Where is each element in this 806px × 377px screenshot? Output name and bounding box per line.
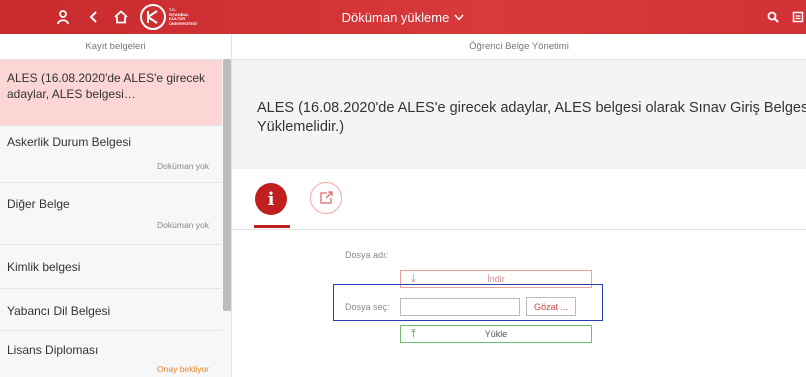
choose-file-label: Dosya seç: [345, 302, 390, 312]
document-list-panel: Kayıt belgeleri ALES (16.08.2020'de ALES… [0, 34, 232, 377]
info-icon: i [267, 188, 275, 210]
document-header: ALES (16.08.2020'de ALES'e girecek adayl… [232, 60, 806, 169]
status-label: Onay bekliyor [157, 364, 209, 374]
upload-button[interactable]: ⤒ Yükle [400, 325, 592, 343]
icon-tab-bar: i [232, 169, 806, 230]
list-item-label: Lisans Diploması [7, 343, 99, 357]
list-item-kimlik[interactable]: Kimlik belgesi [0, 245, 222, 289]
tab-upload[interactable] [310, 182, 342, 214]
chevron-down-icon [454, 14, 464, 21]
list-scrollbar[interactable] [223, 59, 231, 311]
download-button-label: İndir [487, 274, 505, 284]
list-item-lisans[interactable]: Lisans Diploması Onay bekliyor [0, 331, 222, 377]
search-icon[interactable] [764, 0, 782, 34]
status-label: Doküman yok [157, 161, 209, 171]
list-item-label: Askerlik Durum Belgesi [7, 135, 132, 149]
list-item-yabanci-dil[interactable]: Yabancı Dil Belgesi [0, 289, 222, 331]
app-title: Döküman yükleme [341, 9, 450, 25]
list-item-label: Diğer Belge [7, 197, 70, 211]
file-name-label: Dosya adı: [345, 250, 389, 260]
menu-icon[interactable] [790, 0, 806, 34]
document-title: ALES (16.08.2020'de ALES'e girecek adayl… [257, 100, 806, 135]
list-item-askerlik[interactable]: Askerlik Durum Belgesi Doküman yok [0, 126, 222, 183]
tab-info[interactable]: i [255, 183, 287, 215]
upload-document-icon [320, 191, 333, 204]
upload-form: Dosya adı: ⤓ İndir Dosya seç: Gözat ... … [232, 230, 806, 377]
document-list-header: Kayıt belgeleri [0, 34, 231, 60]
file-path-input[interactable] [400, 298, 520, 316]
list-item-label: ALES (16.08.2020'de ALES'e girecek adayl… [7, 71, 206, 101]
list-item-ales[interactable]: ALES (16.08.2020'de ALES'e girecek adayl… [0, 60, 222, 126]
top-bar: T.C. İSTANBUL KÜLTÜR ÜNİVERSİTESİ Döküma… [0, 0, 806, 34]
app-title-menu[interactable]: Döküman yükleme [0, 0, 806, 34]
detail-header: Öğrenci Belge Yönetimi [232, 34, 806, 60]
browse-button[interactable]: Gözat ... [526, 297, 576, 316]
list-item-label: Kimlik belgesi [7, 260, 81, 274]
tab-selected-indicator [254, 225, 290, 228]
list-item-diger[interactable]: Diğer Belge Doküman yok [0, 183, 222, 245]
upload-button-label: Yükle [484, 329, 508, 339]
status-label: Doküman yok [157, 220, 209, 230]
list-item-label: Yabancı Dil Belgesi [7, 304, 111, 318]
